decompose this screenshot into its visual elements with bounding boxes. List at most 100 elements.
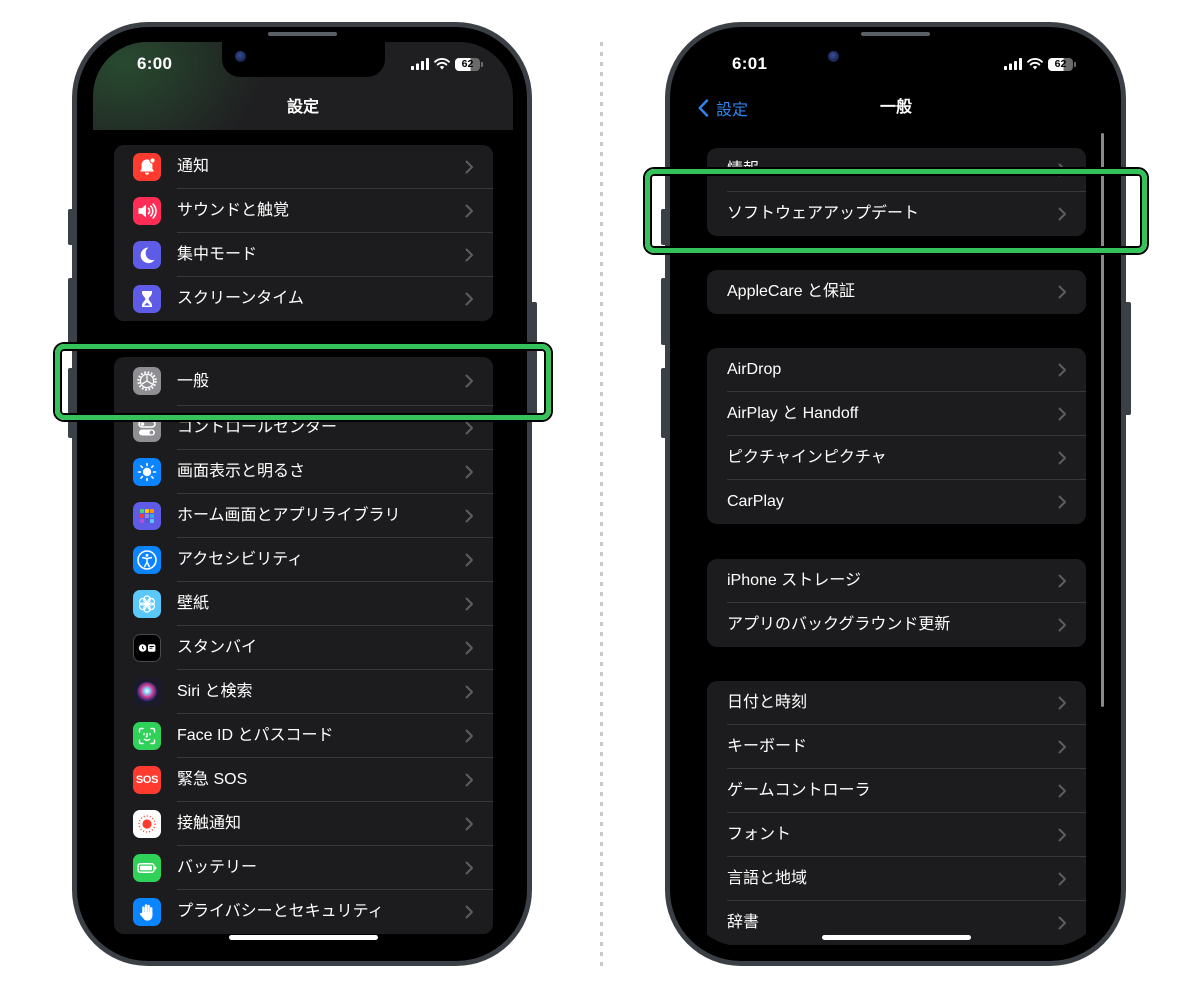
general-row-picture-in-picture[interactable]: ピクチャインピクチャ bbox=[707, 436, 1086, 480]
row-label: スタンバイ bbox=[177, 639, 258, 656]
settings-row-home-screen[interactable]: ホーム画面とアプリライブラリ bbox=[114, 494, 493, 538]
settings-row-focus[interactable]: 集中モード bbox=[114, 233, 493, 277]
general-group-5: 日付と時刻 キーボード ゲームコントローラ フォント 言語と地域 辞書 bbox=[707, 681, 1086, 945]
power-button bbox=[1125, 302, 1131, 415]
battery-indicator: 62 bbox=[455, 57, 483, 71]
general-row-language-region[interactable]: 言語と地域 bbox=[707, 857, 1086, 901]
chevron-right-icon bbox=[1058, 574, 1067, 588]
row-label: 日付と時刻 bbox=[727, 694, 808, 711]
general-row-date-time[interactable]: 日付と時刻 bbox=[707, 681, 1086, 725]
settings-row-sounds-haptics[interactable]: サウンドと触覚 bbox=[114, 189, 493, 233]
speaker-icon bbox=[133, 197, 161, 225]
row-label: フォント bbox=[727, 826, 792, 843]
wifi-icon bbox=[434, 58, 450, 70]
sos-icon: SOS bbox=[133, 766, 161, 794]
chevron-right-icon bbox=[1058, 784, 1067, 798]
chevron-right-icon bbox=[465, 597, 474, 611]
exposure-notification-icon bbox=[133, 810, 161, 838]
camera-icon bbox=[828, 51, 839, 62]
chevron-right-icon bbox=[465, 248, 474, 262]
general-group-2: AppleCare と保証 bbox=[707, 270, 1086, 314]
sos-icon-text: SOS bbox=[135, 774, 159, 786]
signal-icon bbox=[411, 58, 429, 70]
row-label: 緊急 SOS bbox=[177, 771, 248, 788]
app-grid-icon bbox=[133, 502, 161, 530]
general-row-game-controller[interactable]: ゲームコントローラ bbox=[707, 769, 1086, 813]
general-row-fonts[interactable]: フォント bbox=[707, 813, 1086, 857]
action-button bbox=[68, 209, 73, 245]
row-label: サウンドと触覚 bbox=[177, 202, 290, 219]
settings-row-wallpaper[interactable]: 壁紙 bbox=[114, 582, 493, 626]
page-title: 一般 bbox=[879, 99, 912, 116]
chevron-right-icon bbox=[1058, 407, 1067, 421]
settings-row-battery[interactable]: バッテリー bbox=[114, 846, 493, 890]
chevron-right-icon bbox=[1058, 495, 1067, 509]
chevron-right-icon bbox=[1058, 696, 1067, 710]
chevron-right-icon bbox=[1058, 451, 1067, 465]
row-label: プライバシーとセキュリティ bbox=[177, 903, 384, 920]
row-label: 壁紙 bbox=[177, 595, 210, 612]
row-label: スクリーンタイム bbox=[177, 290, 304, 307]
settings-row-screen-time[interactable]: スクリーンタイム bbox=[114, 277, 493, 321]
status-icons: 62 bbox=[411, 57, 483, 71]
general-row-background-app-refresh[interactable]: アプリのバックグラウンド更新 bbox=[707, 603, 1086, 647]
page-title: 設定 bbox=[286, 99, 319, 116]
settings-row-privacy-security[interactable]: プライバシーとセキュリティ bbox=[114, 890, 493, 934]
status-time: 6:01 bbox=[732, 54, 768, 73]
volume-down-button bbox=[661, 368, 666, 438]
general-row-airdrop[interactable]: AirDrop bbox=[707, 348, 1086, 392]
settings-row-notifications[interactable]: 通知 bbox=[114, 145, 493, 189]
general-row-keyboard[interactable]: キーボード bbox=[707, 725, 1086, 769]
row-label: 接触通知 bbox=[177, 815, 242, 832]
phone-settings: 6:00 62 設定 通知 サウンドと触覚 集中モード スクリーンタイム 一般 … bbox=[68, 22, 537, 966]
siri-icon bbox=[133, 678, 161, 706]
row-label: キーボード bbox=[727, 738, 808, 755]
general-row-carplay[interactable]: CarPlay bbox=[707, 480, 1086, 524]
general-row-iphone-storage[interactable]: iPhone ストレージ bbox=[707, 559, 1086, 603]
chevron-right-icon bbox=[1058, 740, 1067, 754]
volume-up-button bbox=[661, 278, 666, 345]
chevron-right-icon bbox=[465, 729, 474, 743]
chevron-right-icon bbox=[465, 292, 474, 306]
general-row-airplay-handoff[interactable]: AirPlay と Handoff bbox=[707, 392, 1086, 436]
sun-icon bbox=[133, 458, 161, 486]
row-label: ホーム画面とアプリライブラリ bbox=[177, 507, 401, 524]
row-label: 集中モード bbox=[177, 246, 258, 263]
home-indicator[interactable] bbox=[229, 935, 378, 940]
face-id-icon bbox=[133, 722, 161, 750]
settings-row-accessibility[interactable]: アクセシビリティ bbox=[114, 538, 493, 582]
chevron-right-icon bbox=[465, 204, 474, 218]
phone-general: 6:01 62 設定 一般 情報 ソフトウェアアップデート AppleCare … bbox=[661, 22, 1131, 966]
battery-icon bbox=[133, 854, 161, 882]
row-label: 辞書 bbox=[727, 914, 760, 931]
status-icons: 62 bbox=[1004, 57, 1076, 71]
chevron-right-icon bbox=[465, 861, 474, 875]
settings-row-face-id[interactable]: Face ID とパスコード bbox=[114, 714, 493, 758]
row-label: AirDrop bbox=[727, 361, 782, 378]
row-label: CarPlay bbox=[727, 493, 784, 510]
dynamic-island bbox=[815, 42, 978, 77]
settings-row-siri-search[interactable]: Siri と検索 bbox=[114, 670, 493, 714]
general-row-applecare[interactable]: AppleCare と保証 bbox=[707, 270, 1086, 314]
chevron-right-icon bbox=[465, 773, 474, 787]
settings-row-emergency-sos[interactable]: SOS 緊急 SOS bbox=[114, 758, 493, 802]
chevron-right-icon bbox=[1058, 872, 1067, 886]
flower-icon bbox=[133, 590, 161, 618]
chevron-right-icon bbox=[465, 641, 474, 655]
row-label: 通知 bbox=[177, 158, 210, 175]
battery-indicator: 62 bbox=[1048, 57, 1076, 71]
chevron-right-icon bbox=[465, 421, 474, 435]
settings-row-display-brightness[interactable]: 画面表示と明るさ bbox=[114, 450, 493, 494]
hourglass-icon bbox=[133, 285, 161, 313]
chevron-right-icon bbox=[465, 465, 474, 479]
chevron-right-icon bbox=[1058, 285, 1067, 299]
row-label: アプリのバックグラウンド更新 bbox=[727, 616, 951, 633]
row-label: AirPlay と Handoff bbox=[727, 405, 859, 422]
home-indicator[interactable] bbox=[822, 935, 971, 940]
signal-icon bbox=[1004, 58, 1022, 70]
chevron-right-icon bbox=[465, 905, 474, 919]
dynamic-island bbox=[222, 42, 385, 77]
settings-row-standby[interactable]: スタンバイ bbox=[114, 626, 493, 670]
settings-group-1: 通知 サウンドと触覚 集中モード スクリーンタイム bbox=[114, 145, 493, 321]
settings-row-exposure-notifications[interactable]: 接触通知 bbox=[114, 802, 493, 846]
